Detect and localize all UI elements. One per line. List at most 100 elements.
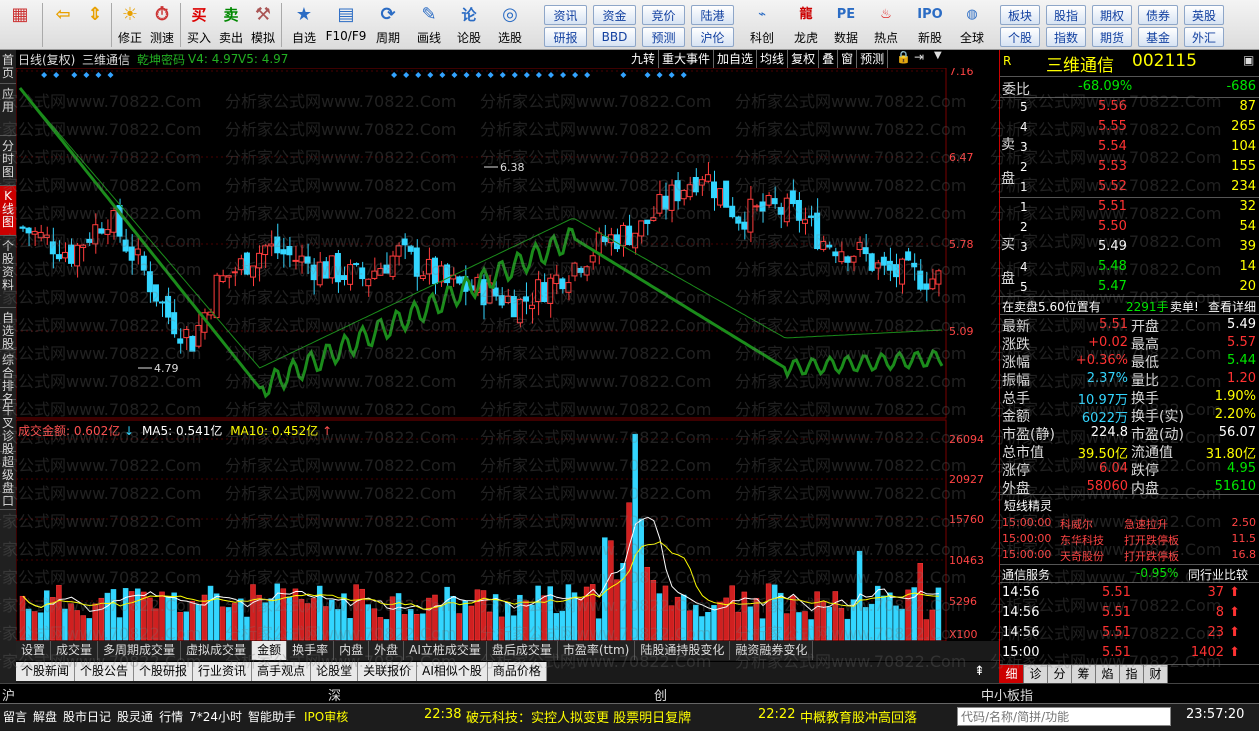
book-row[interactable]: 5 5.47 20	[1000, 278, 1259, 298]
indicator-tab-11[interactable]: 陆股通持股变化	[635, 641, 731, 660]
chart-header-btn-4[interactable]: 复权	[788, 50, 820, 68]
chart-header-btn-6[interactable]: 窗	[838, 50, 858, 68]
toolbar-button-8[interactable]: ★ 自选	[284, 0, 324, 48]
chip-toolbar.chips2_row2-2[interactable]: 期货	[1092, 27, 1132, 47]
status-item-4[interactable]: 行情	[159, 708, 183, 725]
toolbar-button-6[interactable]: 卖卖出	[215, 0, 247, 48]
chip-toolbar.chips2_row1-4[interactable]: 英股	[1184, 5, 1224, 25]
book-row[interactable]: 1 5.52 234	[1000, 178, 1259, 198]
indicator-tab-0[interactable]: 设置	[16, 641, 52, 660]
toolbar-button-3[interactable]: ☀ 修正	[114, 0, 146, 48]
toolbar-button-7[interactable]: ⚒ 模拟	[247, 0, 279, 48]
chip-toolbar.chips2_row2-1[interactable]: 指数	[1046, 27, 1086, 47]
short-line-item[interactable]: 15:00:00 东华科技 打开跌停板 11.5	[1000, 531, 1259, 547]
chip-toolbar.chips2_row1-2[interactable]: 期权	[1092, 5, 1132, 25]
book-row[interactable]: 1 5.51 32	[1000, 198, 1259, 218]
toolbar-button-1[interactable]: ⇦	[45, 0, 81, 48]
indicator-tab-1[interactable]: 成交量	[51, 641, 99, 660]
chip-toolbar.chips_row1-0[interactable]: 资讯	[544, 5, 587, 25]
indicator-tab-10[interactable]: 市盈率(ttm)	[557, 641, 636, 660]
info-tab-0[interactable]: 个股新闻	[16, 662, 76, 681]
toolbar-button-5[interactable]: 买买入	[183, 0, 215, 48]
chart-header-btn-0[interactable]: 九转	[628, 50, 660, 68]
code-search-input[interactable]	[957, 707, 1171, 726]
sector-compare[interactable]: 同行业比较	[1188, 566, 1248, 583]
status-item-6[interactable]: 智能助手	[248, 708, 296, 725]
right-tab-4[interactable]: 焰	[1096, 665, 1120, 683]
left-tab-5[interactable]: 自选股	[0, 308, 16, 351]
toolbar-button-2[interactable]: ⇕	[81, 0, 109, 48]
toolbar-button-0[interactable]: ▦	[0, 0, 40, 48]
book-row[interactable]: 3 5.54 104	[1000, 138, 1259, 158]
status-item-1[interactable]: 解盘	[33, 708, 57, 725]
lock-icon[interactable]: 🔒	[896, 50, 911, 64]
chip-toolbar.chips2_row1-0[interactable]: 板块	[1000, 5, 1040, 25]
toolbar-button-11[interactable]: ✎ 画线	[408, 0, 450, 48]
toolbar2-button-1[interactable]: 龍龙虎	[786, 0, 826, 48]
info-tab-2[interactable]: 个股研报	[134, 662, 194, 681]
left-tab-3[interactable]: K线图	[0, 186, 16, 236]
news1-text[interactable]: 破元科技：实控人拟变更 股票明日复牌	[466, 707, 691, 726]
toolbar-button-9[interactable]: ▤ F10/F9	[324, 0, 368, 48]
toolbar2-button-4[interactable]: IPO 新股	[910, 0, 950, 48]
info-tab-1[interactable]: 个股公告	[75, 662, 135, 681]
book-row[interactable]: 4 5.55 265	[1000, 118, 1259, 138]
chip-toolbar.chips2_row2-4[interactable]: 外汇	[1184, 27, 1224, 47]
close-icon[interactable]: ▣	[1243, 53, 1254, 67]
book-row[interactable]: 2 5.53 155	[1000, 158, 1259, 178]
indicator-tab-12[interactable]: 融资融券变化	[730, 641, 814, 660]
chart-indicator-name[interactable]: 乾坤密码	[137, 51, 185, 68]
chip-toolbar.chips2_row1-1[interactable]: 股指	[1046, 5, 1086, 25]
left-tab-2[interactable]: 分时图	[0, 136, 16, 186]
info-tab-8[interactable]: 商品价格	[487, 662, 547, 681]
info-tab-3[interactable]: 行业资讯	[193, 662, 253, 681]
short-line-title[interactable]: 短线精灵	[1004, 497, 1052, 514]
indicator-tab-8[interactable]: AI立桩成交量	[404, 641, 487, 660]
chip-toolbar.chips_row2-2[interactable]: 预测	[642, 27, 685, 47]
scroll-top-icon[interactable]: ⇞	[974, 664, 985, 679]
toolbar-button-13[interactable]: ◎ 选股	[488, 0, 532, 48]
status-item-3[interactable]: 股灵通	[117, 708, 153, 725]
chip-toolbar.chips_row1-3[interactable]: 陆港	[691, 5, 734, 25]
left-tab-7[interactable]: 牛叉诊股	[0, 400, 16, 456]
chip-toolbar.chips2_row2-0[interactable]: 个股	[1000, 27, 1040, 47]
left-tab-4[interactable]: 个股资料	[0, 236, 16, 308]
dropdown-icon[interactable]: ▼	[934, 50, 942, 61]
indicator-tab-7[interactable]: 外盘	[369, 641, 405, 660]
book-row[interactable]: 3 5.49 39	[1000, 238, 1259, 258]
indicator-tab-9[interactable]: 盘后成交量	[486, 641, 558, 660]
notice-detail-link[interactable]: 查看详细	[1208, 298, 1256, 315]
index-sz[interactable]: 深	[328, 685, 341, 704]
chip-toolbar.chips2_row2-3[interactable]: 基金	[1138, 27, 1178, 47]
sector-name[interactable]: 通信服务	[1002, 566, 1050, 583]
chip-toolbar.chips_row1-1[interactable]: 资金	[593, 5, 636, 25]
info-tab-4[interactable]: 高手观点	[252, 662, 312, 681]
chart-period[interactable]: 日线(复权)	[18, 51, 75, 68]
index-zxb[interactable]: 中小板指	[981, 685, 1033, 704]
toolbar-button-4[interactable]: ⏱ 测速	[146, 0, 178, 48]
short-line-item[interactable]: 15:00:00 天奇股份 打开跌停板 16.8	[1000, 547, 1259, 563]
toolbar2-button-2[interactable]: PE 数据	[826, 0, 866, 48]
right-tab-0[interactable]: 细	[1000, 665, 1024, 683]
left-tab-0[interactable]: 首页	[0, 50, 16, 84]
chip-toolbar.chips2_row1-3[interactable]: 债券	[1138, 5, 1178, 25]
kline-chart-svg[interactable]: 7.166.475.785.09260942092715760104635296…	[16, 50, 999, 641]
indicator-tab-6[interactable]: 内盘	[334, 641, 370, 660]
indicator-tab-4[interactable]: 金额	[252, 641, 288, 660]
left-tab-1[interactable]: 应用	[0, 84, 16, 136]
book-row[interactable]: 4 5.48 14	[1000, 258, 1259, 278]
status-item-5[interactable]: 7*24小时	[189, 708, 242, 725]
chart-header-btn-5[interactable]: 叠	[819, 50, 839, 68]
toolbar2-button-0[interactable]: ⌁ 科创	[742, 0, 782, 48]
left-tab-6[interactable]: 综合排名	[0, 350, 16, 406]
chip-toolbar.chips_row2-3[interactable]: 沪伦	[691, 27, 734, 47]
toolbar2-button-5[interactable]: ◍ 全球	[952, 0, 992, 48]
news2-text[interactable]: 中概教育股冲高回落	[800, 707, 917, 726]
right-tab-5[interactable]: 指	[1120, 665, 1144, 683]
chart-header-btn-7[interactable]: 预测	[857, 50, 889, 68]
toolbar-button-12[interactable]: 论论股	[450, 0, 488, 48]
indicator-tab-5[interactable]: 换手率	[287, 641, 335, 660]
status-item-0[interactable]: 留言	[3, 708, 27, 725]
sector-row[interactable]: 通信服务 -0.95% 同行业比较	[1000, 564, 1259, 582]
right-tab-6[interactable]: 财	[1144, 665, 1168, 683]
